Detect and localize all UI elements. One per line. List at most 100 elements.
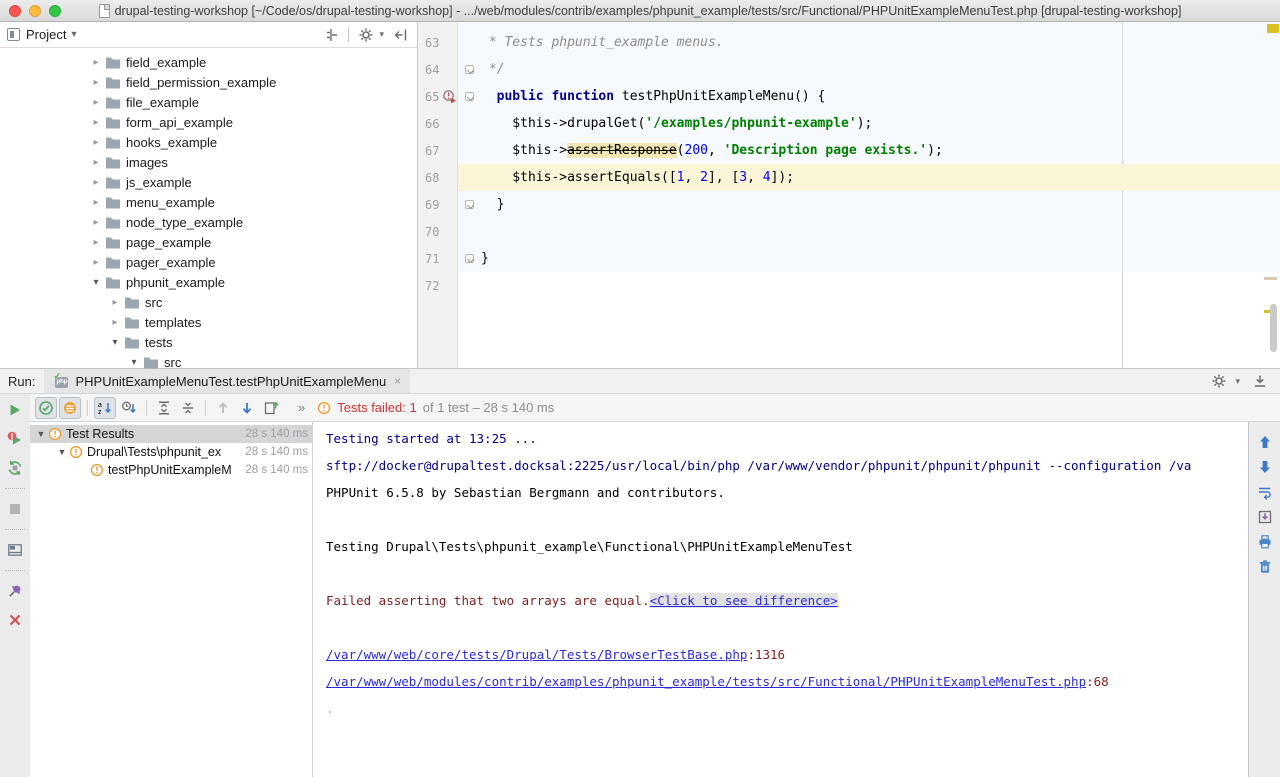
- up-stack-icon[interactable]: [1255, 432, 1275, 452]
- show-ignored-icon[interactable]: [59, 397, 81, 419]
- editor-line-number[interactable]: 67: [418, 137, 458, 164]
- print-icon[interactable]: [1255, 532, 1275, 552]
- code-line[interactable]: public function testPhpUnitExampleMenu()…: [481, 83, 1280, 110]
- collapse-all-icon[interactable]: [177, 397, 199, 419]
- show-passed-icon[interactable]: [35, 397, 57, 419]
- chevron-right-icon[interactable]: ▸: [88, 177, 104, 188]
- chevron-right-icon[interactable]: ▸: [88, 237, 104, 248]
- project-tree-item[interactable]: ▸js_example: [0, 172, 417, 192]
- pin-icon[interactable]: [4, 580, 26, 602]
- sort-alphabetically-icon[interactable]: az: [94, 397, 116, 419]
- code-line[interactable]: */: [481, 56, 1280, 83]
- chevron-right-icon[interactable]: ▸: [107, 317, 123, 328]
- inspection-indicator[interactable]: [1267, 24, 1279, 33]
- code-line[interactable]: $this->assertEquals([1, 2], [3, 4]);: [481, 164, 1280, 191]
- editor-scrollbar[interactable]: [1270, 304, 1277, 352]
- chevron-down-icon[interactable]: ▼: [55, 447, 69, 457]
- soft-wrap-icon[interactable]: [1255, 482, 1275, 502]
- editor[interactable]: 63 * Tests phpunit_example menus.64 */65…: [418, 22, 1280, 368]
- gear-icon[interactable]: [1209, 371, 1229, 391]
- chevron-right-icon[interactable]: ▸: [88, 117, 104, 128]
- fold-marker-icon[interactable]: [465, 65, 474, 74]
- editor-line-number[interactable]: 63: [418, 29, 458, 56]
- hide-panel-icon[interactable]: [1250, 371, 1270, 391]
- project-tree-item[interactable]: ▸page_example: [0, 232, 417, 252]
- chevron-right-icon[interactable]: ▸: [88, 257, 104, 268]
- project-tree-item[interactable]: ▸file_example: [0, 92, 417, 112]
- rerun-failed-icon[interactable]: [4, 428, 26, 450]
- close-window-button[interactable]: [9, 5, 21, 17]
- chevron-right-icon[interactable]: ▸: [88, 197, 104, 208]
- expand-all-icon[interactable]: [153, 397, 175, 419]
- editor-line-number[interactable]: 70: [418, 218, 458, 245]
- console-link[interactable]: /var/www/web/core/tests/Drupal/Tests/Bro…: [326, 647, 747, 662]
- chevron-right-icon[interactable]: ▸: [88, 77, 104, 88]
- chevron-right-icon[interactable]: ▸: [88, 57, 104, 68]
- import-test-results-icon[interactable]: [260, 397, 282, 419]
- chevron-right-icon[interactable]: ▸: [88, 137, 104, 148]
- chevron-right-icon[interactable]: ▸: [88, 97, 104, 108]
- fold-marker-icon[interactable]: [465, 254, 474, 263]
- close-icon[interactable]: [4, 609, 26, 631]
- project-tree-item[interactable]: ▸images: [0, 152, 417, 172]
- chevron-down-icon[interactable]: ▾: [126, 357, 142, 368]
- clear-all-icon[interactable]: [1255, 557, 1275, 577]
- fold-strip[interactable]: [458, 191, 481, 218]
- restore-layout-icon[interactable]: [4, 539, 26, 561]
- chevron-right-icon[interactable]: ▸: [107, 297, 123, 308]
- fold-strip[interactable]: [458, 245, 481, 272]
- code-line[interactable]: $this->assertResponse(200, 'Description …: [481, 137, 1280, 164]
- chevron-right-icon[interactable]: ▸: [88, 217, 104, 228]
- collapse-panel-icon[interactable]: [391, 25, 411, 45]
- project-tree-item[interactable]: ▾tests: [0, 332, 417, 352]
- rerun-icon[interactable]: [4, 399, 26, 421]
- sort-by-duration-icon[interactable]: [118, 397, 140, 419]
- next-failed-icon[interactable]: [236, 397, 258, 419]
- project-tree-item[interactable]: ▸field_example: [0, 52, 417, 72]
- test-tree-item[interactable]: ▼Test Results28 s 140 ms: [30, 425, 312, 443]
- toggle-auto-test-icon[interactable]: [4, 457, 26, 479]
- error-stripe-mark[interactable]: [1264, 277, 1277, 280]
- fold-marker-icon[interactable]: [465, 92, 474, 101]
- code-line[interactable]: * Tests phpunit_example menus.: [481, 29, 1280, 56]
- project-tree-item[interactable]: ▸src: [0, 292, 417, 312]
- code-line[interactable]: [481, 218, 1280, 245]
- project-tree-item[interactable]: ▸node_type_example: [0, 212, 417, 232]
- editor-line-number[interactable]: 69: [418, 191, 458, 218]
- project-panel-title[interactable]: Project: [26, 27, 66, 42]
- code-line[interactable]: [481, 272, 1280, 299]
- close-tab-icon[interactable]: ×: [394, 374, 401, 388]
- run-tab[interactable]: php✓ PHPUnitExampleMenuTest.testPhpUnitE…: [44, 369, 410, 393]
- fold-strip[interactable]: [458, 83, 481, 110]
- gear-icon[interactable]: [356, 25, 376, 45]
- editor-line-number[interactable]: 71: [418, 245, 458, 272]
- project-tree-item[interactable]: ▸pager_example: [0, 252, 417, 272]
- console-link[interactable]: /var/www/web/modules/contrib/examples/ph…: [326, 674, 1086, 689]
- chevron-down-icon[interactable]: ▾: [71, 29, 76, 40]
- code-line[interactable]: }: [481, 245, 1280, 272]
- chevron-right-icon[interactable]: ▸: [88, 157, 104, 168]
- console-link[interactable]: <Click to see difference>: [650, 593, 838, 608]
- fold-marker-icon[interactable]: [465, 200, 474, 209]
- project-tree-item[interactable]: ▸hooks_example: [0, 132, 417, 152]
- fold-strip[interactable]: [458, 56, 481, 83]
- chevron-down-icon[interactable]: ▾: [88, 277, 104, 288]
- editor-line-number[interactable]: 65: [418, 83, 458, 110]
- previous-failed-icon[interactable]: [212, 397, 234, 419]
- toolbar-overflow-chevron[interactable]: »: [298, 400, 305, 415]
- editor-line-number[interactable]: 72: [418, 272, 458, 299]
- test-tree-item[interactable]: testPhpUnitExampleM28 s 140 ms: [30, 461, 312, 479]
- scroll-to-end-icon[interactable]: [1255, 507, 1275, 527]
- down-stack-icon[interactable]: [1255, 457, 1275, 477]
- project-tree-item[interactable]: ▸field_permission_example: [0, 72, 417, 92]
- editor-line-number[interactable]: 66: [418, 110, 458, 137]
- zoom-window-button[interactable]: [49, 5, 61, 17]
- project-tree-item[interactable]: ▸form_api_example: [0, 112, 417, 132]
- run-failed-gutter-icon[interactable]: [442, 89, 458, 105]
- chevron-down-icon[interactable]: ▼: [34, 429, 48, 439]
- test-tree-item[interactable]: ▼Drupal\Tests\phpunit_ex28 s 140 ms: [30, 443, 312, 461]
- editor-line-number[interactable]: 68: [418, 164, 458, 191]
- chevron-down-icon[interactable]: ▾: [107, 337, 123, 348]
- code-line[interactable]: }: [481, 191, 1280, 218]
- project-tree-item[interactable]: ▸templates: [0, 312, 417, 332]
